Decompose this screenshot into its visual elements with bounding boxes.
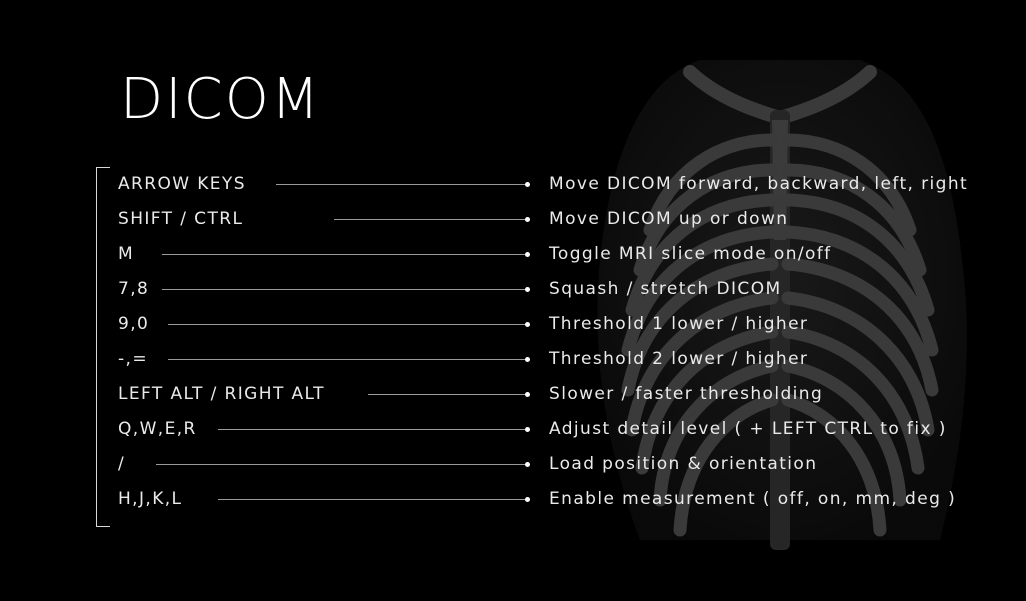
shortcut-key: -,= — [118, 349, 148, 369]
shortcut-description: Slower / faster thresholding — [549, 384, 824, 404]
shortcut-description: Squash / stretch DICOM — [549, 279, 782, 299]
shortcut-key: SHIFT / CTRL — [118, 209, 244, 229]
leader-dot — [525, 216, 530, 222]
shortcut-row: H,J,K,L Enable measurement ( off, on, mm,… — [118, 487, 1018, 511]
leader-dot — [525, 426, 530, 432]
leader-dot — [525, 496, 530, 502]
leader-dot — [525, 461, 530, 467]
shortcut-description: Move DICOM up or down — [549, 209, 789, 229]
shortcut-key: M — [118, 244, 135, 264]
leader-dot — [525, 181, 530, 187]
leader-line — [162, 254, 525, 255]
leader-line — [156, 464, 525, 465]
shortcut-description: Toggle MRI slice mode on/off — [549, 244, 832, 264]
shortcut-description: Threshold 1 lower / higher — [549, 314, 809, 334]
shortcut-key: ARROW KEYS — [118, 174, 246, 194]
page-title: DICOM — [120, 67, 322, 132]
leader-dot — [525, 286, 530, 292]
leader-dot — [525, 356, 530, 362]
shortcut-row: ARROW KEYS Move DICOM forward, backward, … — [118, 172, 1018, 196]
leader-line — [218, 499, 525, 500]
shortcut-key: LEFT ALT / RIGHT ALT — [118, 384, 325, 404]
shortcut-row: -,= Threshold 2 lower / higher — [118, 347, 1018, 371]
shortcut-row: LEFT ALT / RIGHT ALT Slower / faster thre… — [118, 382, 1018, 406]
shortcut-row: 9,0 Threshold 1 lower / higher — [118, 312, 1018, 336]
shortcut-key: 9,0 — [118, 314, 150, 334]
shortcut-description: Move DICOM forward, backward, left, righ… — [549, 174, 969, 194]
shortcut-key: 7,8 — [118, 279, 150, 299]
leader-dot — [525, 321, 530, 327]
shortcut-description: Threshold 2 lower / higher — [549, 349, 809, 369]
shortcut-key: / — [118, 454, 126, 474]
leader-dot — [525, 251, 530, 257]
shortcut-key: Q,W,E,R — [118, 419, 197, 439]
shortcut-description: Enable measurement ( off, on, mm, deg ) — [549, 489, 957, 509]
shortcut-description: Adjust detail level ( + LEFT CTRL to fix… — [549, 419, 947, 439]
leader-line — [334, 219, 525, 220]
leader-line — [218, 429, 525, 430]
leader-line — [368, 394, 525, 395]
leader-line — [276, 184, 525, 185]
shortcut-list-bracket — [96, 167, 110, 527]
shortcut-row: Q,W,E,R Adjust detail level ( + LEFT CTRL… — [118, 417, 1018, 441]
shortcut-row: SHIFT / CTRL Move DICOM up or down — [118, 207, 1018, 231]
shortcut-row: 7,8 Squash / stretch DICOM — [118, 277, 1018, 301]
shortcut-description: Load position & orientation — [549, 454, 818, 474]
shortcut-row: / Load position & orientation — [118, 452, 1018, 476]
shortcut-row: M Toggle MRI slice mode on/off — [118, 242, 1018, 266]
leader-line — [168, 359, 525, 360]
leader-line — [168, 324, 525, 325]
shortcut-key: H,J,K,L — [118, 489, 183, 509]
leader-dot — [525, 391, 530, 397]
leader-line — [162, 289, 525, 290]
